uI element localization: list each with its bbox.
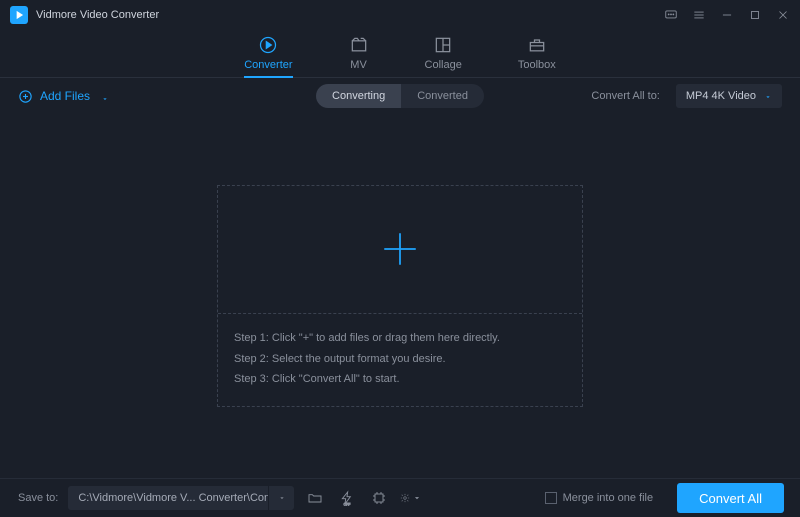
plus-icon	[379, 228, 421, 270]
app-title: Vidmore Video Converter	[36, 9, 664, 21]
settings-button[interactable]	[400, 487, 422, 509]
step-1-text: Step 1: Click "+" to add files or drag t…	[234, 328, 566, 349]
segment-converted[interactable]: Converted	[401, 84, 484, 108]
main-tabs: Converter MV Collage Toolbox	[0, 30, 800, 78]
dropzone: Step 1: Click "+" to add files or drag t…	[217, 185, 583, 408]
open-folder-button[interactable]	[304, 487, 326, 509]
instructions: Step 1: Click "+" to add files or drag t…	[218, 314, 582, 407]
app-logo	[10, 6, 28, 24]
merge-checkbox[interactable]: Merge into one file	[545, 492, 654, 504]
merge-label: Merge into one file	[563, 492, 654, 504]
mv-icon	[349, 35, 369, 55]
format-selected-value: MP4 4K Video	[686, 90, 756, 102]
add-files-label: Add Files	[40, 89, 90, 103]
tab-toolbox[interactable]: Toolbox	[518, 35, 556, 77]
save-path-dropdown[interactable]	[268, 486, 294, 510]
chevron-down-icon	[101, 92, 109, 100]
tab-collage[interactable]: Collage	[425, 35, 462, 77]
close-button[interactable]	[776, 8, 790, 22]
tab-mv[interactable]: MV	[349, 35, 369, 77]
checkbox-box	[545, 492, 557, 504]
high-speed-button[interactable]: OFF	[336, 487, 358, 509]
collage-icon	[433, 35, 453, 55]
main-area: Step 1: Click "+" to add files or drag t…	[0, 114, 800, 478]
save-path-box: C:\Vidmore\Vidmore V... Converter\Conver…	[68, 486, 294, 510]
save-path-text[interactable]: C:\Vidmore\Vidmore V... Converter\Conver…	[68, 492, 268, 504]
svg-text:OFF: OFF	[344, 502, 351, 506]
save-to-label: Save to:	[18, 492, 58, 504]
tab-label: Toolbox	[518, 59, 556, 71]
chevron-down-icon	[764, 92, 772, 100]
gpu-accel-button[interactable]	[368, 487, 390, 509]
status-segment: Converting Converted	[316, 84, 484, 108]
menu-icon[interactable]	[692, 8, 706, 22]
maximize-button[interactable]	[748, 8, 762, 22]
toolbox-icon	[527, 35, 547, 55]
segment-converting[interactable]: Converting	[316, 84, 401, 108]
step-3-text: Step 3: Click "Convert All" to start.	[234, 369, 566, 390]
convert-all-button[interactable]: Convert All	[677, 483, 784, 513]
tab-converter[interactable]: Converter	[244, 35, 292, 77]
add-files-button[interactable]: Add Files	[18, 89, 109, 104]
convert-all-to-label: Convert All to:	[591, 90, 659, 102]
toolbar: Add Files Converting Converted Convert A…	[0, 78, 800, 114]
plus-circle-icon	[18, 89, 33, 104]
add-files-dropzone[interactable]	[218, 186, 582, 314]
tab-label: Collage	[425, 59, 462, 71]
titlebar: Vidmore Video Converter	[0, 0, 800, 30]
minimize-button[interactable]	[720, 8, 734, 22]
tab-label: MV	[350, 59, 367, 71]
output-format-select[interactable]: MP4 4K Video	[676, 84, 782, 108]
tab-label: Converter	[244, 59, 292, 71]
bottom-bar: Save to: C:\Vidmore\Vidmore V... Convert…	[0, 478, 800, 517]
feedback-icon[interactable]	[664, 8, 678, 22]
converter-icon	[258, 35, 278, 55]
step-2-text: Step 2: Select the output format you des…	[234, 349, 566, 370]
